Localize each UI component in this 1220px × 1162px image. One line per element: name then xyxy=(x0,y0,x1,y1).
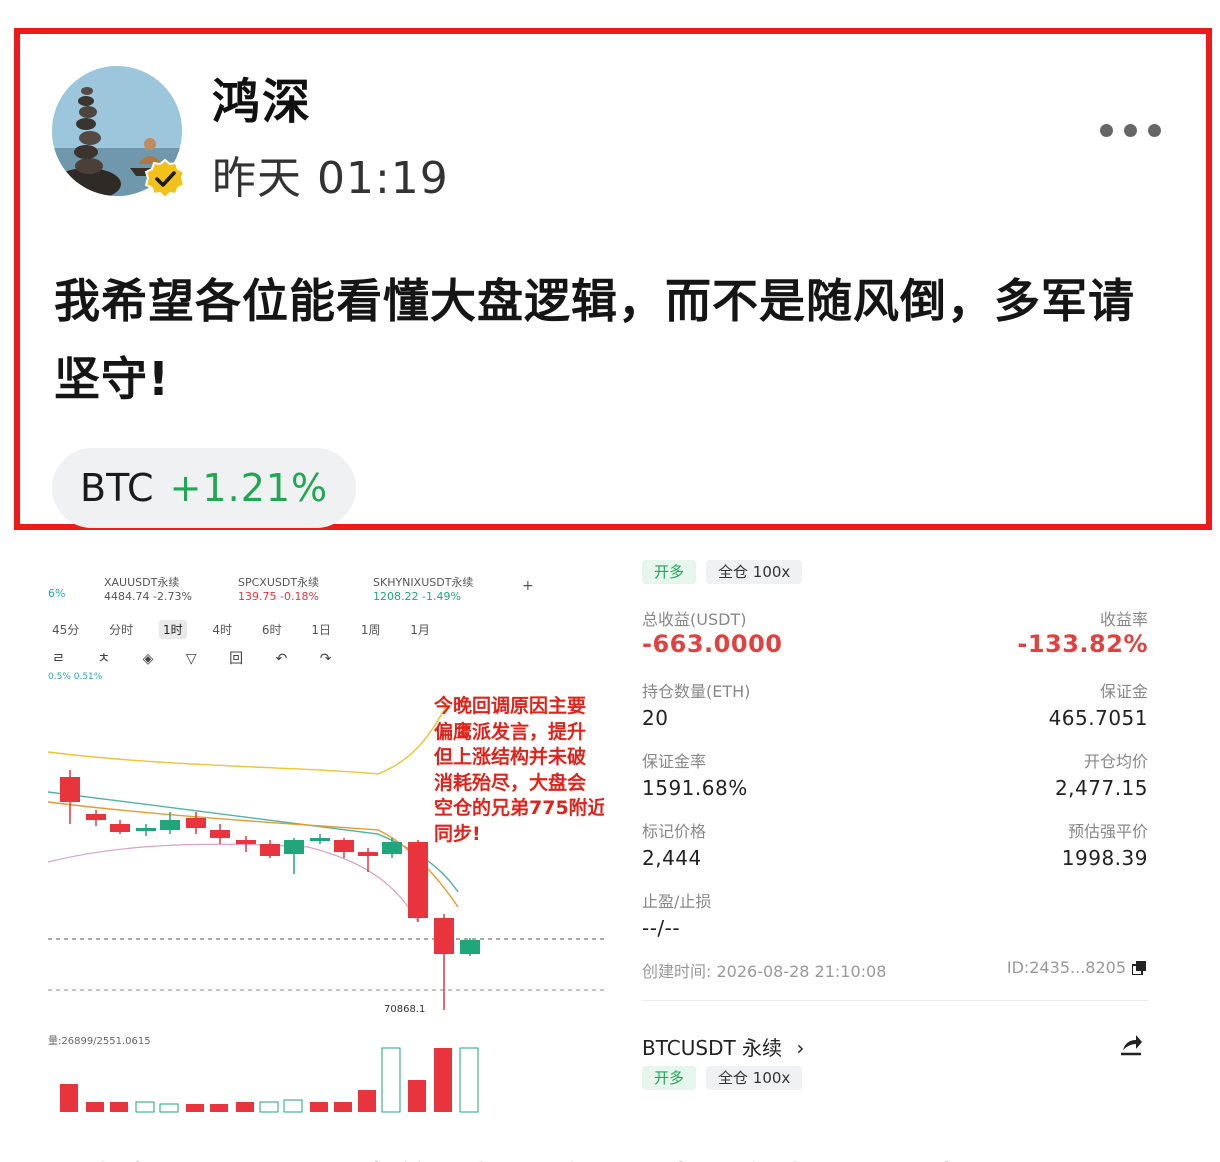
liq-price-label: 预估强平价 xyxy=(1067,822,1148,841)
tpsl-value: --/-- xyxy=(642,916,681,940)
volume-bar xyxy=(236,1102,254,1112)
volume-bar xyxy=(159,1103,179,1113)
candle-body xyxy=(382,842,402,854)
volume-bar xyxy=(408,1080,426,1112)
total-pnl-label: 总收益(USDT) xyxy=(642,610,747,629)
tag-cross-leverage: 全仓 100x xyxy=(706,560,803,584)
volume-bar xyxy=(358,1090,376,1112)
volume-bar xyxy=(110,1102,128,1112)
avg-price-value: 2,477.15 xyxy=(1054,776,1148,800)
annotation-line: 空仓的兄弟775附近 xyxy=(434,797,604,819)
annotation-line: 消耗殆尽，大盘会 xyxy=(434,771,587,794)
candle-body xyxy=(236,840,256,844)
margin-value: 465.7051 xyxy=(1048,706,1148,730)
qty-value: 20 xyxy=(642,706,669,730)
created-time: 创建时间: 2026-08-28 21:10:08 xyxy=(642,962,887,981)
volume-bar xyxy=(135,1101,155,1113)
volume-bar xyxy=(60,1084,78,1112)
volume-bar xyxy=(283,1099,303,1113)
candle-body xyxy=(186,818,206,828)
candle-body xyxy=(110,824,130,832)
volume-bar xyxy=(334,1102,352,1112)
volume-bar xyxy=(459,1047,479,1113)
candle-body xyxy=(210,830,230,838)
post-time: 昨天 01:19 xyxy=(212,153,449,204)
ma-line xyxy=(48,701,449,775)
volume-bar xyxy=(310,1102,328,1112)
candle-body xyxy=(358,852,378,856)
position-card[interactable]: 开多 全仓 100x 总收益(USDT) 收益率 -663.0000 -133.8… xyxy=(642,560,1148,1118)
qty-label: 持仓数量(ETH) xyxy=(642,682,751,701)
ticker-change: +1.21% xyxy=(169,466,329,510)
more-options-icon[interactable] xyxy=(1100,116,1170,144)
divider xyxy=(642,1000,1148,1001)
margin-label: 保证金 xyxy=(1099,682,1148,701)
share-icon[interactable] xyxy=(1118,1032,1144,1058)
candle-body xyxy=(60,777,80,802)
mark-price-value: 2,444 xyxy=(642,846,702,870)
next-position-tags: 开多 全仓 100x xyxy=(642,1066,812,1090)
candle-body xyxy=(86,814,106,820)
volume-label: 量:26899/2551.0615 xyxy=(48,1036,151,1047)
volume-bar xyxy=(381,1047,401,1113)
roi-label: 收益率 xyxy=(1099,610,1148,629)
candle-body xyxy=(160,820,180,830)
avg-price-label: 开仓均价 xyxy=(1083,752,1148,771)
candle-body xyxy=(460,940,480,954)
verified-badge-icon xyxy=(144,158,186,200)
mark-price-label: 标记价格 xyxy=(642,822,707,841)
ticker-chip[interactable]: BTC +1.21% xyxy=(52,448,356,528)
chevron-right-icon: › xyxy=(796,1036,805,1060)
contract-name: BTCUSDT 永续 xyxy=(642,1036,783,1060)
margin-ratio-value: 1591.68% xyxy=(642,776,748,800)
candle-body xyxy=(334,840,354,852)
candle-body xyxy=(136,828,156,831)
tag-cross-leverage: 全仓 100x xyxy=(706,1066,803,1090)
tpsl-label: 止盈/止损 xyxy=(642,892,712,911)
volume-bar xyxy=(210,1104,228,1112)
annotation-line: 同步! xyxy=(434,822,481,845)
kline-chart-image[interactable]: 6% XAUUSDT永续 4484.74 -2.73% SPCXUSDT永续 1… xyxy=(48,562,604,1114)
author-name[interactable]: 鸿深 xyxy=(212,62,312,132)
position-tags: 开多 全仓 100x xyxy=(642,560,812,584)
liq-price-value: 1998.39 xyxy=(1061,846,1148,870)
volume-bar xyxy=(434,1048,452,1112)
margin-ratio-label: 保证金率 xyxy=(642,752,707,771)
position-id: ID:2435...8205 xyxy=(1006,958,1126,977)
next-contract-link[interactable]: BTCUSDT 永续 › xyxy=(642,1032,804,1061)
copy-icon[interactable] xyxy=(1131,960,1146,976)
annotation-line: 今晚回调原因主要 xyxy=(434,695,587,717)
ticker-symbol: BTC xyxy=(80,466,154,510)
tag-open-long: 开多 xyxy=(642,1066,697,1090)
candle-body xyxy=(310,838,330,841)
roi-value: -133.82% xyxy=(1017,630,1148,658)
chart-annotation: 今晚回调原因主要 偏鹰派发言，提升 但上涨结构并未破 消耗殆尽，大盘会 空仓的兄… xyxy=(434,694,604,847)
post-content: 我希望各位能看懂大盘逻辑，而不是随风倒，多军请坚守! xyxy=(54,274,1135,406)
volume-bar xyxy=(259,1101,279,1113)
volume-bar xyxy=(186,1104,204,1112)
candle-body xyxy=(260,844,280,856)
total-pnl-value: -663.0000 xyxy=(642,630,783,658)
candle-body xyxy=(408,842,428,918)
candle-body xyxy=(284,840,304,854)
disclaimer-text: 温馨提示：以下分享的面标评论仅代表平台内个人观点，与 xyxy=(54,1150,1042,1162)
candle-body xyxy=(434,918,454,954)
low-price-marker: 70868.1 xyxy=(384,1004,426,1015)
volume-bar xyxy=(86,1102,104,1112)
tag-open-long: 开多 xyxy=(642,560,697,584)
annotation-line: 偏鹰派发言，提升 xyxy=(434,720,587,743)
annotation-line: 但上涨结构并未破 xyxy=(434,746,587,768)
